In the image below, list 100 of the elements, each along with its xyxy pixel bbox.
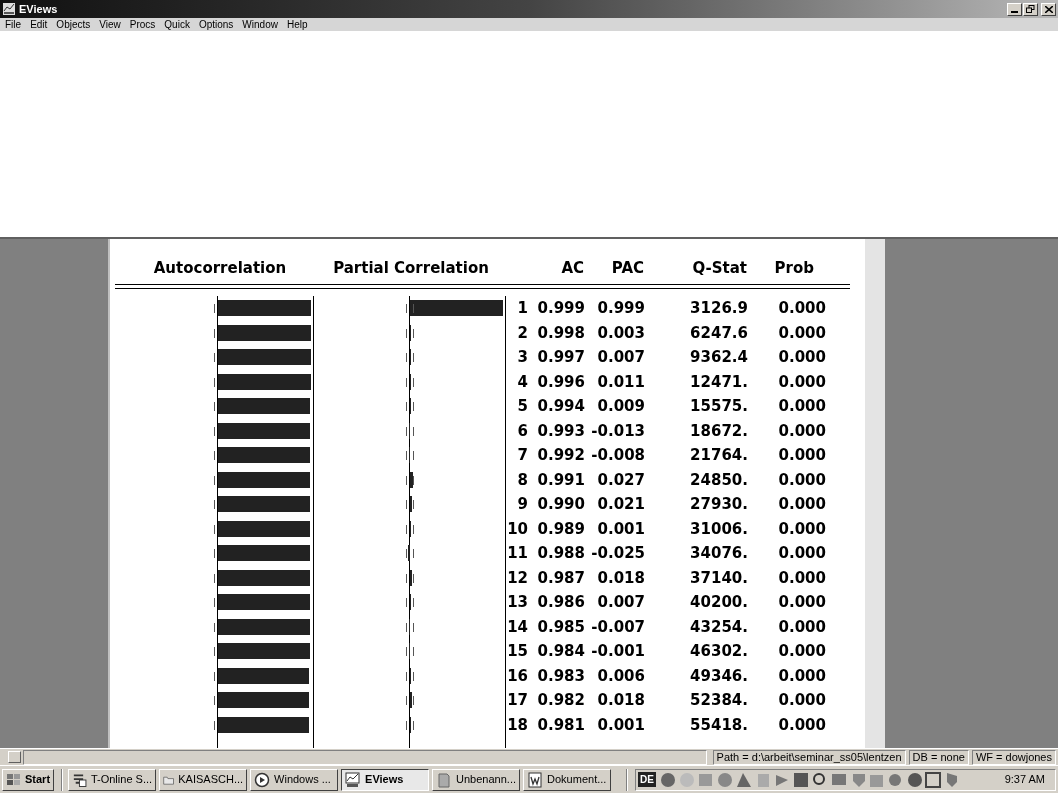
lag-number: 3 bbox=[516, 347, 528, 368]
taskbar-button[interactable]: T-Online S... bbox=[68, 768, 157, 791]
confidence-tick bbox=[406, 524, 407, 534]
table-cell-text: 0.990 bbox=[536, 494, 585, 515]
lag-number: 18 bbox=[506, 714, 528, 736]
confidence-tick bbox=[406, 377, 407, 387]
table-cell-text: 43254. bbox=[689, 616, 748, 638]
table-cell-text: 0.981 bbox=[536, 714, 585, 736]
table-cell-text: 6247.6 bbox=[689, 322, 748, 344]
confidence-tick bbox=[413, 475, 414, 485]
confidence-tick bbox=[214, 475, 215, 485]
confidence-tick bbox=[214, 328, 215, 338]
status-field: Path = d:\arbeit\seminar_ss05\lentzen bbox=[712, 749, 906, 765]
table-cell-text: 0.989 bbox=[536, 518, 585, 540]
tray-icons[interactable] bbox=[658, 770, 959, 789]
menu-item[interactable]: Options bbox=[198, 18, 234, 31]
confidence-tick bbox=[406, 304, 407, 313]
table-cell-text: 0.007 bbox=[596, 347, 645, 368]
confidence-tick bbox=[413, 451, 414, 460]
lag-number: 10 bbox=[506, 518, 528, 540]
confidence-tick bbox=[406, 573, 407, 583]
confidence-tick bbox=[214, 720, 215, 730]
network-icon bbox=[72, 771, 87, 788]
confidence-tick bbox=[413, 426, 414, 436]
table-cell-text: 0.000 bbox=[777, 469, 826, 491]
lag-number: 13 bbox=[506, 592, 528, 613]
menu-item[interactable]: Procs bbox=[129, 18, 156, 31]
confidence-tick bbox=[406, 353, 407, 362]
table-cell-text: 9362.4 bbox=[689, 347, 748, 368]
correlation-bar bbox=[407, 545, 410, 561]
menu-item[interactable]: View bbox=[99, 18, 121, 31]
table-cell-text: 0.000 bbox=[777, 322, 826, 344]
table-cell-text: 0.982 bbox=[536, 690, 585, 711]
table-cell-text: 52384. bbox=[689, 690, 748, 711]
app-logo-icon bbox=[2, 2, 16, 16]
table-cell-text: -0.008 bbox=[590, 445, 645, 466]
taskbar-button[interactable]: Windows ... bbox=[250, 768, 339, 791]
confidence-tick bbox=[413, 696, 414, 705]
lag-number: 11 bbox=[506, 543, 528, 564]
table-cell-text: 21764. bbox=[689, 445, 748, 466]
restore-button[interactable] bbox=[1023, 2, 1038, 16]
correlation-bar bbox=[410, 471, 413, 488]
table-cell-text: 0.001 bbox=[596, 714, 645, 736]
table-cell-text: 0.000 bbox=[777, 665, 826, 687]
table-cell-text: 49346. bbox=[689, 665, 748, 687]
taskbar-button[interactable]: EViews bbox=[341, 768, 430, 791]
lag-number: 16 bbox=[506, 665, 528, 687]
confidence-tick bbox=[406, 720, 407, 730]
table-cell-text: 0.000 bbox=[777, 690, 826, 711]
lag-number: 2 bbox=[516, 322, 528, 344]
minimize-button[interactable] bbox=[1007, 2, 1022, 16]
menu-item[interactable]: Quick bbox=[164, 18, 190, 31]
table-cell-text: 18672. bbox=[689, 420, 748, 442]
table-cell-text: 0.000 bbox=[777, 298, 826, 319]
table-cell-text: 0.987 bbox=[536, 567, 585, 589]
table-cell-text: 0.984 bbox=[536, 641, 585, 662]
confidence-tick bbox=[214, 622, 215, 632]
table-cell-text: 0.000 bbox=[777, 494, 826, 515]
lag-number: 12 bbox=[506, 567, 528, 589]
menu-item[interactable]: Help bbox=[286, 18, 308, 31]
table-cell-text: 12471. bbox=[689, 371, 748, 393]
chart-icon bbox=[345, 771, 362, 788]
table-cell-text: 15575. bbox=[689, 396, 748, 417]
confidence-tick bbox=[413, 402, 414, 411]
table-cell-text: 0.027 bbox=[596, 469, 645, 491]
table-cell-text: 37140. bbox=[689, 567, 748, 589]
taskbar-button[interactable]: KAISASCH... bbox=[159, 768, 248, 791]
table-cell-text: 0.985 bbox=[536, 616, 585, 638]
lag-number: 6 bbox=[516, 420, 528, 442]
menu-item[interactable]: File bbox=[5, 18, 22, 31]
confidence-tick bbox=[413, 377, 414, 387]
taskbar-button[interactable]: Unbenann... bbox=[432, 768, 521, 791]
start-button[interactable]: Start bbox=[2, 768, 55, 791]
menu-item[interactable]: Edit bbox=[30, 18, 48, 31]
table-cell-text: 46302. bbox=[689, 641, 748, 662]
menu-item[interactable]: Window bbox=[242, 18, 278, 31]
lag-number: 15 bbox=[506, 641, 528, 662]
status-field: WF = dowjones bbox=[971, 749, 1056, 765]
confidence-tick bbox=[214, 573, 215, 583]
confidence-tick bbox=[406, 500, 407, 509]
confidence-tick bbox=[214, 353, 215, 362]
lag-number: 1 bbox=[516, 298, 528, 319]
notepad-icon bbox=[436, 771, 453, 788]
clock[interactable]: 9:37 AM bbox=[1004, 771, 1045, 788]
menu-item[interactable]: Objects bbox=[56, 18, 91, 31]
table-cell-text: -0.001 bbox=[590, 641, 645, 662]
table-cell-text: 0.988 bbox=[536, 543, 585, 564]
table-cell-text: 0.991 bbox=[536, 469, 585, 491]
taskbar-button[interactable]: Dokument... bbox=[523, 768, 612, 791]
confidence-tick bbox=[413, 328, 414, 338]
confidence-tick bbox=[214, 426, 215, 436]
confidence-tick bbox=[406, 328, 407, 338]
confidence-tick bbox=[413, 598, 414, 607]
language-indicator[interactable]: DE bbox=[638, 772, 656, 787]
table-cell-text: 0.018 bbox=[596, 690, 645, 711]
table-cell-text: 34076. bbox=[689, 543, 748, 564]
table-cell-text: 0.998 bbox=[536, 322, 585, 344]
lag-number: 9 bbox=[516, 494, 528, 515]
close-button[interactable] bbox=[1041, 2, 1056, 16]
confidence-tick bbox=[413, 647, 414, 656]
